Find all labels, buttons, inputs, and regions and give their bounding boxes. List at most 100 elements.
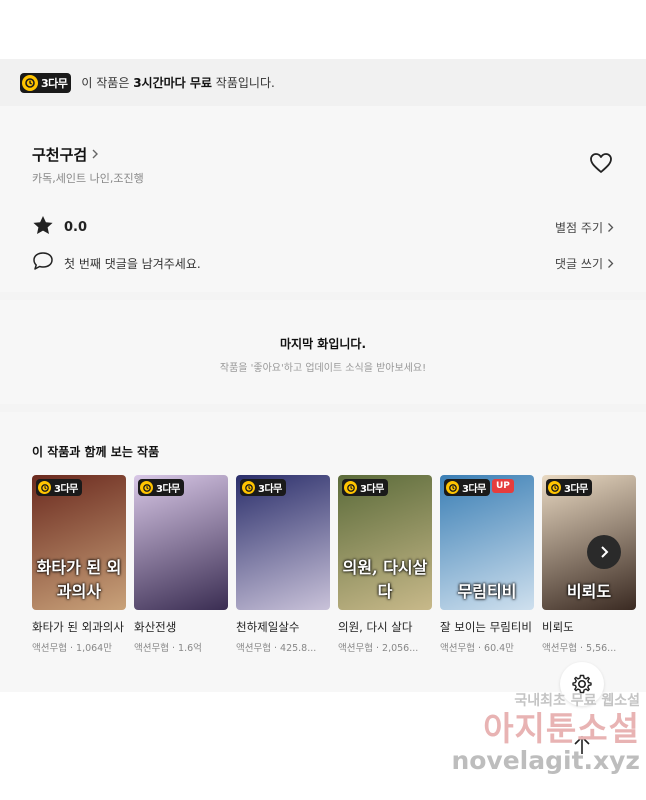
three-hour-free-badge: 3다무: [138, 479, 184, 496]
meta-separator: ·: [168, 643, 179, 654]
up-badge: UP: [492, 479, 514, 493]
recommendation-meta: 액션무협 · 425.8...: [236, 640, 330, 654]
meta-separator: ·: [66, 643, 77, 654]
cover-title-art: 비뢰도: [566, 582, 612, 601]
recommendation-genre: 액션무협: [542, 643, 577, 654]
star-icon: [32, 215, 54, 240]
three-hour-free-badge: 3다무: [240, 479, 286, 496]
badge-label: 3다무: [360, 484, 384, 495]
recommendations-heading: 이 작품과 함께 보는 작품: [32, 445, 160, 459]
last-episode-subtitle: 작품을 '좋아요'하고 업데이트 소식을 받아보세요!: [219, 363, 427, 374]
free-info-suffix: 작품입니다.: [211, 76, 275, 90]
badge-label: 3다무: [156, 484, 180, 495]
badge-label: 3다무: [54, 484, 78, 495]
recommendation-title: 천하제일살수: [236, 620, 300, 634]
clock-icon: [38, 481, 51, 494]
recommendation-title: 의원, 다시 살다: [338, 620, 413, 634]
carousel-next-button[interactable]: [587, 535, 621, 569]
rating-value: 0.0: [64, 219, 88, 235]
chevron-right-icon: [608, 258, 614, 268]
chevron-right-icon: [91, 145, 99, 164]
rating-row: 0.0 별점 주기: [32, 215, 614, 240]
work-info-section: 구천구검 카독,세인트 나인,조진행 0.0 별점 주기 첫 번째 댓글을 남겨…: [0, 106, 646, 292]
three-hour-free-badge: 3다무: [342, 479, 388, 496]
recommendation-genre: 액션무협: [338, 643, 373, 654]
three-hour-free-badge: 3다무: [444, 479, 490, 496]
three-hour-free-badge: 3다무: [36, 479, 82, 496]
recommendations-section: 이 작품과 함께 보는 작품 3다무 화타가 된 외과의사 화타가 된 외과의사 액션…: [0, 412, 646, 692]
recommendation-title: 화산전생: [134, 620, 177, 634]
recommendation-genre: 액션무협: [440, 643, 475, 654]
recommendation-title: 화타가 된 외과의사: [32, 620, 124, 634]
recommendation-card[interactable]: 3다무천하제일살수액션무협 · 425.8...: [236, 475, 330, 654]
work-title: 구천구검: [32, 146, 88, 164]
work-title-link[interactable]: 구천구검: [32, 144, 99, 165]
clock-icon: [344, 481, 357, 494]
recommendation-views: 2,056...: [382, 643, 419, 654]
clock-icon: [548, 481, 561, 494]
work-authors: 카독,세인트 나인,조진행: [32, 172, 144, 185]
section-divider: [0, 292, 646, 300]
recommendation-title: 잘 보이는 무림티비: [440, 620, 532, 634]
free-info-message: 이 작품은 3시간마다 무료 작품입니다.: [81, 74, 274, 91]
cover-thumbnail: 3다무화타가 된 외과의사: [32, 475, 126, 610]
free-info-banner: 3다무 이 작품은 3시간마다 무료 작품입니다.: [0, 59, 646, 106]
cover-thumbnail: 3다무: [134, 475, 228, 610]
recommendation-genre: 액션무협: [134, 643, 169, 654]
recommendation-card[interactable]: 3다무화산전생액션무협 · 1.6억: [134, 475, 228, 654]
write-comment-label: 댓글 쓰기: [555, 256, 603, 271]
chevron-right-icon: [608, 222, 614, 232]
comment-prompt: 첫 번째 댓글을 남겨주세요.: [64, 256, 201, 271]
badge-label: 3다무: [564, 484, 588, 495]
clock-icon: [446, 481, 459, 494]
recommendation-meta: 액션무협 · 5,56...: [542, 640, 636, 654]
last-episode-notice: 마지막 화입니다. 작품을 '좋아요'하고 업데이트 소식을 받아보세요!: [0, 300, 646, 404]
recommendation-genre: 액션무협: [32, 643, 67, 654]
clock-icon: [22, 74, 38, 91]
recommendation-title: 비뢰도: [542, 620, 574, 634]
meta-separator: ·: [576, 643, 587, 654]
recommendation-views: 60.4만: [484, 643, 514, 654]
recommendation-meta: 액션무협 · 2,056...: [338, 640, 432, 654]
recommendation-views: 1,064만: [76, 643, 112, 654]
recommendation-card[interactable]: 3다무의원, 다시살다의원, 다시 살다액션무협 · 2,056...: [338, 475, 432, 654]
write-comment-button[interactable]: 댓글 쓰기: [555, 255, 614, 272]
recommendation-meta: 액션무협 · 60.4만: [440, 640, 534, 654]
recommendation-meta: 액션무협 · 1,064만: [32, 640, 126, 654]
badge-label: 3다무: [41, 76, 68, 90]
meta-separator: ·: [372, 643, 383, 654]
badge-label: 3다무: [462, 484, 486, 495]
recommendation-card[interactable]: 3다무 화타가 된 외과의사 화타가 된 외과의사 액션무협 · 1,064만: [32, 475, 126, 654]
watermark-brand: 아지툰소설: [483, 709, 640, 748]
recommendation-views: 1.6억: [178, 643, 202, 654]
free-info-bold: 3시간마다 무료: [133, 76, 212, 90]
chevron-right-icon: [601, 546, 609, 558]
comment-row: 첫 번째 댓글을 남겨주세요. 댓글 쓰기: [32, 252, 614, 274]
rate-button-label: 별점 주기: [555, 220, 603, 235]
section-divider: [0, 404, 646, 412]
free-info-prefix: 이 작품은: [81, 76, 134, 90]
speech-bubble-icon: [32, 251, 54, 275]
three-hour-free-badge: 3다무: [20, 72, 72, 93]
cover-title-art: 화타가 된 외과의사: [36, 558, 122, 601]
recommendation-card[interactable]: 3다무 비뢰도 비뢰도 액션무협 · 5,56...: [542, 475, 636, 654]
heart-icon[interactable]: [589, 152, 613, 178]
rate-button[interactable]: 별점 주기: [555, 219, 614, 236]
watermark-url: novelagit.xyz: [451, 746, 640, 775]
meta-separator: ·: [474, 643, 485, 654]
recommendation-card[interactable]: 3다무 UP 무림티비잘 보이는 무림티비액션무협 · 60.4만: [440, 475, 534, 654]
clock-icon: [140, 481, 153, 494]
recommendation-views: 425.8...: [280, 643, 317, 654]
cover-title-art: 무림티비: [457, 582, 517, 601]
cover-thumbnail: 3다무: [236, 475, 330, 610]
cover-title-art: 의원, 다시살다: [342, 558, 428, 601]
cover-thumbnail: 3다무 UP 무림티비: [440, 475, 534, 610]
meta-separator: ·: [270, 643, 281, 654]
clock-icon: [242, 481, 255, 494]
recommendation-views: 5,56...: [586, 643, 617, 654]
last-episode-title: 마지막 화입니다.: [279, 337, 367, 351]
three-hour-free-badge: 3다무: [546, 479, 592, 496]
cover-thumbnail: 3다무의원, 다시살다: [338, 475, 432, 610]
badge-label: 3다무: [258, 484, 282, 495]
recommendation-genre: 액션무협: [236, 643, 271, 654]
